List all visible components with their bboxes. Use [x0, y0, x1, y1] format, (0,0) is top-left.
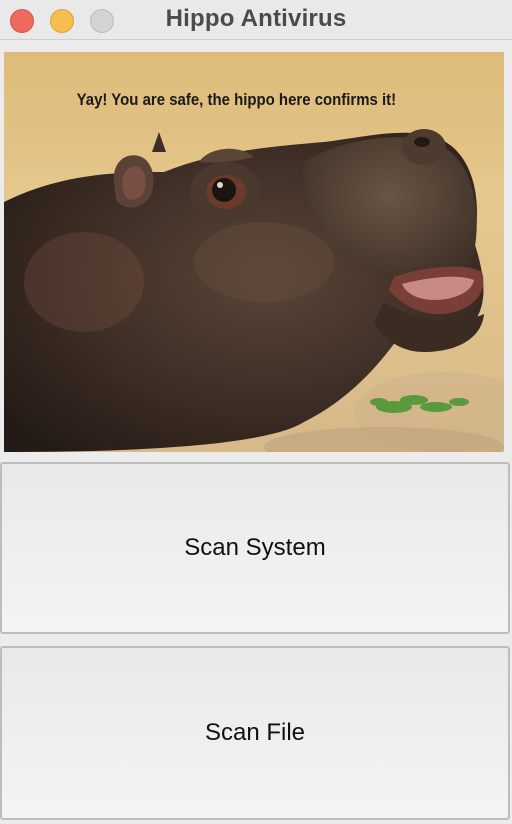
- hippo-illustration: [4, 52, 504, 452]
- hippo-image: Yay! You are safe, the hippo here confir…: [4, 52, 504, 452]
- safety-caption: Yay! You are safe, the hippo here confir…: [76, 90, 397, 109]
- app-window: Hippo Antivirus Yay! You are safe, the h…: [0, 0, 512, 824]
- title-bar[interactable]: Hippo Antivirus: [0, 0, 512, 40]
- scan-system-button[interactable]: Scan System: [0, 462, 510, 634]
- window-title: Hippo Antivirus: [165, 5, 347, 32]
- scan-file-button[interactable]: Scan File: [0, 646, 510, 820]
